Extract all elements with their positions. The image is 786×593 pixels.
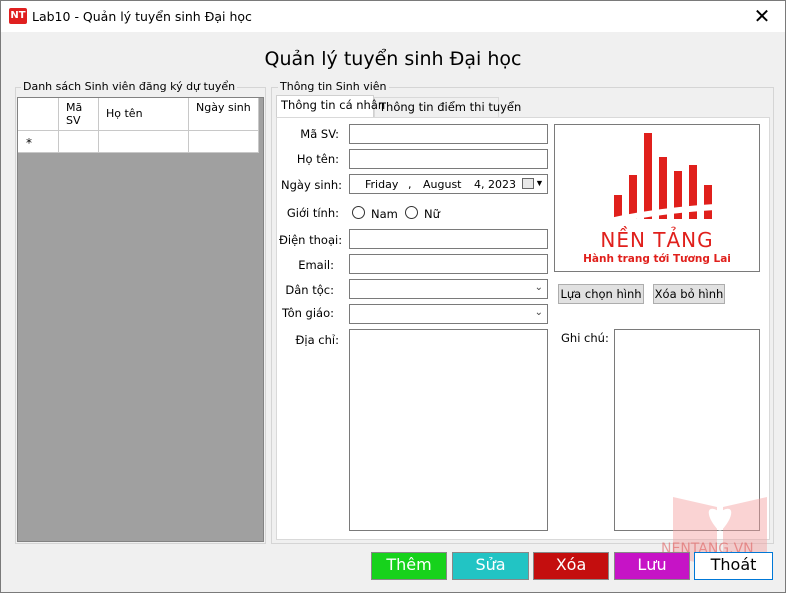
date-separator: , — [408, 178, 412, 191]
date-month: August — [423, 178, 462, 191]
chevron-down-icon[interactable]: ▼ — [535, 178, 544, 188]
logo-bars-icon — [609, 133, 716, 224]
gender-nu-label[interactable]: Nữ — [424, 207, 440, 221]
tab-exam-scores[interactable]: Thông tin điểm thi tuyển — [374, 97, 521, 117]
ma-sv-input[interactable] — [349, 124, 548, 144]
sua-button[interactable]: Sửa — [452, 552, 529, 580]
row-header-corner — [18, 98, 59, 131]
chevron-down-icon[interactable]: ⌄ — [535, 307, 543, 318]
page-heading: Quản lý tuyển sinh Đại học — [264, 48, 522, 70]
close-window-button[interactable]: ✕ — [739, 1, 785, 32]
choose-image-button[interactable]: Lựa chọn hình — [558, 284, 644, 304]
ngay-sinh-datepicker[interactable]: Friday , August 4, 2023 ▼ — [349, 174, 548, 194]
chevron-down-icon[interactable]: ⌄ — [535, 282, 543, 293]
logo-title: NỀN TẢNG — [600, 228, 714, 252]
dan-toc-label: Dân tộc: — [285, 283, 334, 297]
date-day-name: Friday — [365, 178, 399, 191]
student-grid[interactable]: Mã SV Họ tên Ngày sinh * — [17, 97, 264, 542]
remove-image-button[interactable]: Xóa bỏ hình — [653, 284, 725, 304]
thoat-button[interactable]: Thoát — [694, 552, 773, 580]
them-button[interactable]: Thêm — [371, 552, 447, 580]
grid-header: Mã SV Họ tên Ngày sinh — [18, 98, 259, 131]
xoa-button[interactable]: Xóa — [533, 552, 609, 580]
student-list-legend: Danh sách Sinh viên đăng ký dự tuyển — [21, 80, 238, 93]
column-header-ho-ten[interactable]: Họ tên — [99, 98, 189, 131]
ngay-sinh-label: Ngày sinh: — [281, 178, 343, 192]
app-icon: NT — [9, 8, 27, 24]
new-row-marker: * — [18, 131, 59, 153]
cell-ngay-sinh[interactable] — [189, 131, 259, 153]
cell-ma-sv[interactable] — [59, 131, 99, 153]
ma-sv-label: Mã SV: — [300, 127, 339, 141]
cell-ho-ten[interactable] — [99, 131, 189, 153]
tab-personal-info[interactable]: Thông tin cá nhân — [276, 95, 385, 117]
dan-toc-select[interactable]: ⌄ — [349, 279, 548, 299]
email-label: Email: — [298, 258, 334, 272]
main-window: NT Lab10 - Quản lý tuyển sinh Đại học ✕ … — [0, 0, 786, 593]
column-header-ma-sv[interactable]: Mã SV — [59, 98, 99, 131]
column-header-ngay-sinh[interactable]: Ngày sinh — [189, 98, 259, 131]
grid-new-row[interactable]: * — [18, 131, 259, 153]
ton-giao-label: Tôn giáo: — [282, 306, 334, 320]
window-title: Lab10 - Quản lý tuyển sinh Đại học — [32, 9, 252, 24]
dia-chi-label: Địa chỉ: — [295, 333, 340, 347]
ghi-chu-label: Ghi chú: — [561, 331, 609, 345]
calendar-icon[interactable] — [522, 178, 534, 189]
date-day-year: 4, 2023 — [474, 178, 516, 191]
title-bar: NT Lab10 - Quản lý tuyển sinh Đại học ✕ — [1, 1, 785, 32]
email-input[interactable] — [349, 254, 548, 274]
student-info-legend: Thông tin Sinh viên — [278, 80, 389, 93]
ho-ten-label: Họ tên: — [296, 152, 339, 166]
dien-thoai-label: Điện thoại: — [279, 233, 343, 247]
student-photo-box: NỀN TẢNG Hành trang tới Tương Lai — [554, 124, 760, 272]
gender-nam-label[interactable]: Nam — [371, 207, 398, 221]
dia-chi-textarea[interactable] — [349, 329, 548, 531]
ho-ten-input[interactable] — [349, 149, 548, 169]
dien-thoai-input[interactable] — [349, 229, 548, 249]
gender-nam-radio[interactable] — [352, 206, 365, 219]
gender-nu-radio[interactable] — [405, 206, 418, 219]
ton-giao-select[interactable]: ⌄ — [349, 304, 548, 324]
logo-subtitle: Hành trang tới Tương Lai — [583, 253, 731, 265]
luu-button[interactable]: Lưu — [614, 552, 690, 580]
gioi-tinh-label: Giới tính: — [286, 206, 339, 220]
